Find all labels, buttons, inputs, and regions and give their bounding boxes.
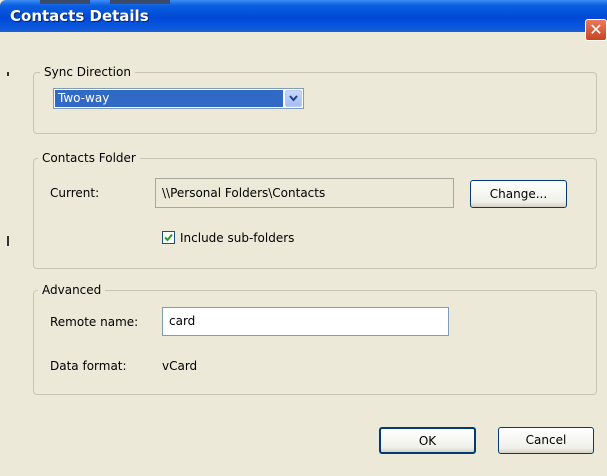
advanced-group: Advanced [33, 282, 597, 395]
current-folder-label: Current: [50, 186, 100, 200]
background-fragment [40, 0, 90, 4]
change-button[interactable]: Change... [470, 180, 567, 208]
contacts-folder-legend: Contacts Folder [38, 150, 140, 166]
check-icon [164, 233, 173, 242]
remote-name-label: Remote name: [50, 315, 139, 329]
close-icon: ✕ [589, 20, 603, 39]
contacts-folder-group: Contacts Folder [33, 150, 597, 269]
chevron-down-icon [289, 95, 298, 102]
sync-direction-selected-value: Two-way [55, 90, 283, 107]
include-subfolders-label[interactable]: Include sub-folders [180, 230, 294, 246]
window-title: Contacts Details [10, 7, 149, 25]
include-subfolders-checkbox[interactable] [162, 231, 175, 244]
current-folder-field: \\Personal Folders\Contacts [155, 178, 454, 208]
data-format-label: Data format: [50, 359, 127, 373]
background-fragment [7, 72, 9, 76]
remote-name-input[interactable]: card [162, 307, 449, 336]
background-fragment [110, 0, 170, 4]
sync-direction-select[interactable]: Two-way [53, 88, 304, 109]
advanced-legend: Advanced [38, 282, 106, 298]
ok-button[interactable]: OK [379, 427, 476, 454]
sync-direction-legend: Sync Direction [40, 64, 135, 80]
background-fragment [7, 236, 9, 246]
cancel-button[interactable]: Cancel [498, 427, 594, 454]
close-button[interactable]: ✕ [585, 19, 607, 41]
dropdown-button[interactable] [285, 90, 302, 107]
title-bar[interactable]: Contacts Details [0, 0, 607, 32]
data-format-value: vCard [162, 359, 198, 373]
